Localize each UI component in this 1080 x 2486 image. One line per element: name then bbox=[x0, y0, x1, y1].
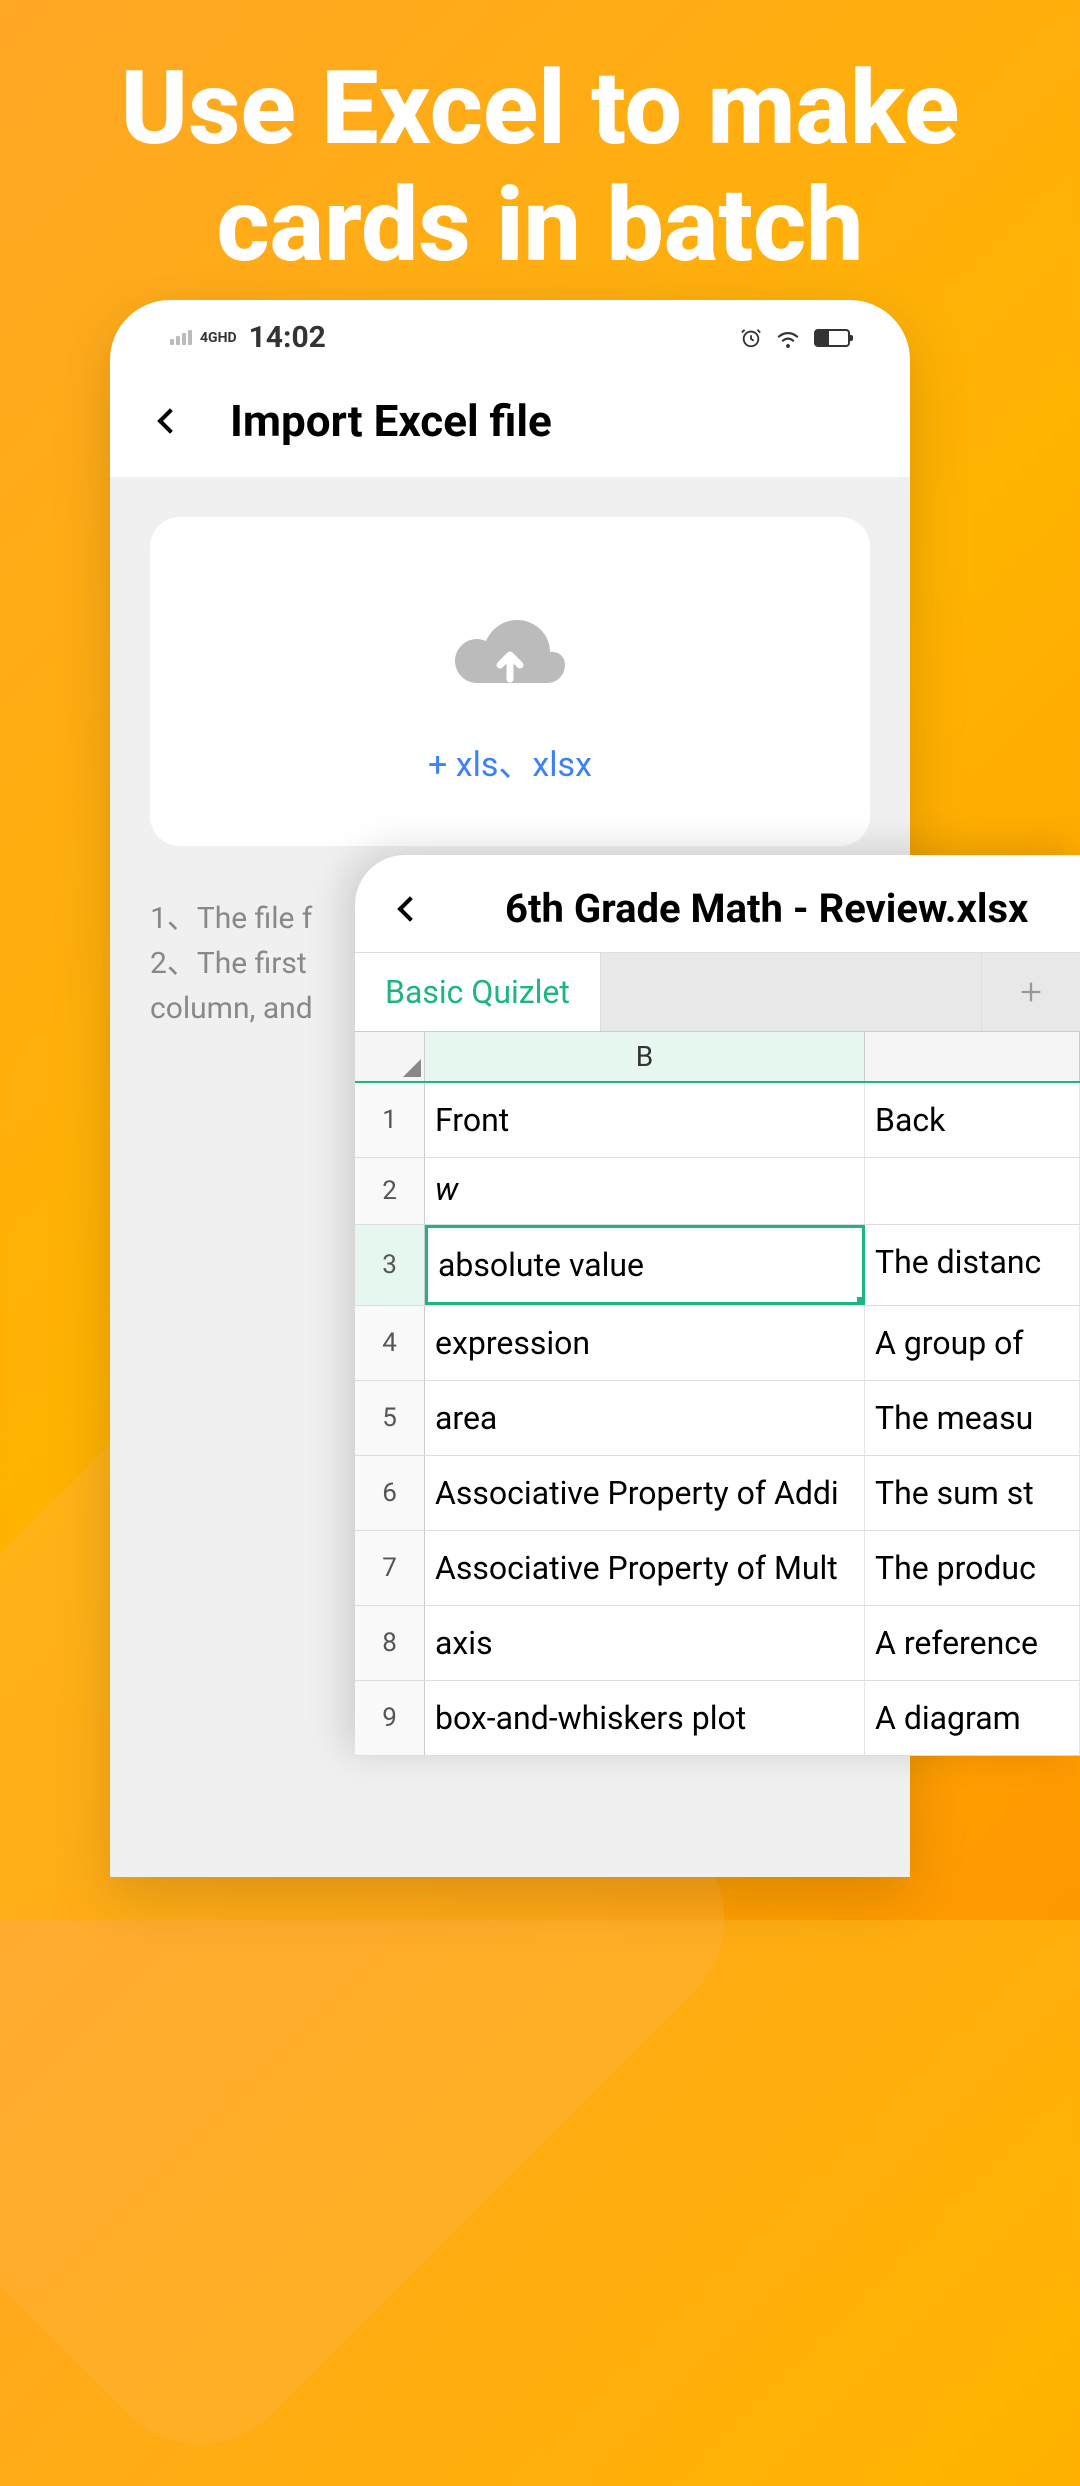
row-number[interactable]: 4 bbox=[355, 1306, 425, 1380]
spreadsheet-filename: 6th Grade Math - Review.xlsx bbox=[505, 885, 1028, 932]
status-bar: 4GHD 14:02 bbox=[110, 300, 910, 365]
cell[interactable]: Associative Property of Mult bbox=[425, 1531, 865, 1605]
cell[interactable] bbox=[865, 1158, 1080, 1224]
table-row-selected[interactable]: 3 absolute value The distanc bbox=[355, 1225, 1080, 1306]
table-row[interactable]: 6 Associative Property of Addi The sum s… bbox=[355, 1456, 1080, 1531]
row-number[interactable]: 1 bbox=[355, 1083, 425, 1157]
cell[interactable]: The distanc bbox=[865, 1225, 1080, 1305]
status-time: 14:02 bbox=[249, 320, 326, 355]
spreadsheet-overlay: 6th Grade Math - Review.xlsx Basic Quizl… bbox=[355, 855, 1080, 1756]
sheet-tabs: Basic Quizlet bbox=[355, 952, 1080, 1031]
row-number[interactable]: 7 bbox=[355, 1531, 425, 1605]
table-row[interactable]: 9 box-and-whiskers plot A diagram bbox=[355, 1681, 1080, 1756]
cell[interactable]: The produc bbox=[865, 1531, 1080, 1605]
cell[interactable]: Front bbox=[425, 1083, 865, 1157]
cell[interactable]: box-and-whiskers plot bbox=[425, 1681, 865, 1755]
plus-icon bbox=[1017, 978, 1045, 1006]
row-number[interactable]: 3 bbox=[355, 1225, 425, 1305]
row-number[interactable]: 9 bbox=[355, 1681, 425, 1755]
add-sheet-button[interactable] bbox=[982, 953, 1080, 1031]
row-number[interactable]: 6 bbox=[355, 1456, 425, 1530]
column-header-b[interactable]: B bbox=[425, 1032, 865, 1081]
spreadsheet-header: 6th Grade Math - Review.xlsx bbox=[355, 855, 1080, 952]
wifi-icon bbox=[776, 328, 800, 348]
table-row[interactable]: 4 expression A group of bbox=[355, 1306, 1080, 1381]
back-button[interactable] bbox=[150, 401, 190, 441]
cell[interactable]: A diagram bbox=[865, 1681, 1080, 1755]
upload-format-text: + xls、xlsx bbox=[428, 737, 592, 786]
table-row[interactable]: 8 axis A reference bbox=[355, 1606, 1080, 1681]
spreadsheet-grid[interactable]: B 1 Front Back 2 w 3 absolute value The … bbox=[355, 1031, 1080, 1756]
hero-title: Use Excel to make cards in batch bbox=[0, 0, 1080, 325]
cell[interactable]: area bbox=[425, 1381, 865, 1455]
spreadsheet-back-button[interactable] bbox=[390, 889, 430, 929]
page-title: Import Excel file bbox=[230, 395, 552, 447]
cell[interactable]: The measu bbox=[865, 1381, 1080, 1455]
table-row[interactable]: 5 area The measu bbox=[355, 1381, 1080, 1456]
row-number[interactable]: 2 bbox=[355, 1158, 425, 1224]
cell[interactable]: A group of bbox=[865, 1306, 1080, 1380]
cloud-upload-icon bbox=[445, 617, 575, 702]
signal-icon bbox=[170, 330, 192, 345]
select-all-cell[interactable] bbox=[355, 1032, 425, 1081]
table-row[interactable]: 2 w bbox=[355, 1158, 1080, 1225]
cell[interactable]: expression bbox=[425, 1306, 865, 1380]
sheet-tab-active[interactable]: Basic Quizlet bbox=[355, 953, 601, 1031]
cell[interactable]: Back bbox=[865, 1083, 1080, 1157]
row-number[interactable]: 8 bbox=[355, 1606, 425, 1680]
chevron-left-icon bbox=[397, 896, 422, 921]
cell[interactable]: Associative Property of Addi bbox=[425, 1456, 865, 1530]
column-headers: B bbox=[355, 1032, 1080, 1083]
table-row[interactable]: 1 Front Back bbox=[355, 1083, 1080, 1158]
cell[interactable]: The sum st bbox=[865, 1456, 1080, 1530]
row-number[interactable]: 5 bbox=[355, 1381, 425, 1455]
cell[interactable]: w bbox=[425, 1158, 865, 1224]
cell[interactable]: axis bbox=[425, 1606, 865, 1680]
upload-card[interactable]: + xls、xlsx bbox=[150, 517, 870, 846]
column-header-c[interactable] bbox=[865, 1032, 1080, 1081]
network-label: 4GHD bbox=[200, 330, 237, 346]
battery-icon bbox=[814, 329, 850, 347]
cell[interactable]: A reference bbox=[865, 1606, 1080, 1680]
chevron-left-icon bbox=[157, 408, 182, 433]
cell-selected[interactable]: absolute value bbox=[425, 1225, 865, 1305]
table-row[interactable]: 7 Associative Property of Mult The produ… bbox=[355, 1531, 1080, 1606]
alarm-icon bbox=[740, 327, 762, 349]
page-header: Import Excel file bbox=[110, 365, 910, 477]
sheet-tab-empty[interactable] bbox=[601, 953, 982, 1031]
